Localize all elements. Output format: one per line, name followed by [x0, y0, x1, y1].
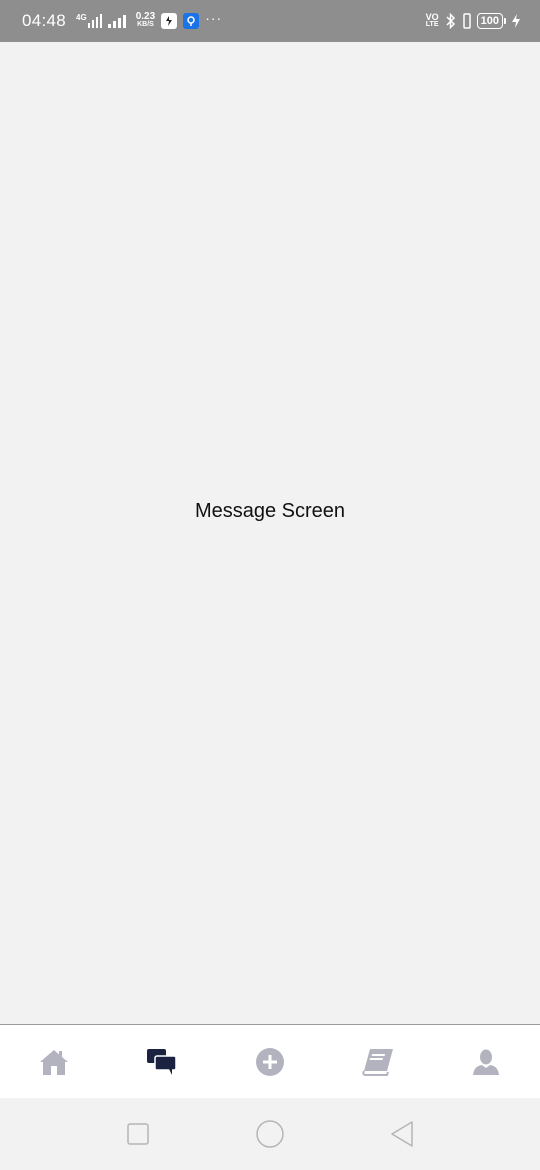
more-notifications-icon: ··· — [205, 10, 223, 26]
status-bar: 04:48 4G 0.23 KB/S ··· VO LTE 100 — [0, 0, 540, 42]
tab-add[interactable] — [240, 1032, 300, 1092]
status-left-icons: 4G 0.23 KB/S ··· — [76, 10, 223, 29]
charging-icon — [512, 14, 520, 28]
circle-icon — [256, 1120, 284, 1148]
status-right-icons: VO LTE 100 — [426, 12, 520, 30]
square-icon — [127, 1123, 149, 1145]
signal-bars-icon — [87, 14, 102, 28]
tab-home[interactable] — [24, 1032, 84, 1092]
status-time: 04:48 — [22, 11, 67, 30]
volte-bottom: LTE — [425, 21, 439, 28]
tab-messages[interactable] — [132, 1032, 192, 1092]
signal-strength-icon — [107, 15, 126, 28]
plus-circle-icon — [256, 1047, 284, 1076]
chat-icon — [147, 1048, 177, 1075]
app-notification-icon — [161, 13, 178, 29]
battery-level: 100 — [476, 13, 503, 29]
home-icon — [40, 1049, 68, 1075]
network-speed: 0.23 KB/S — [135, 11, 156, 29]
recent-apps-button[interactable] — [118, 1114, 158, 1154]
vibrate-icon — [462, 13, 471, 29]
tab-library[interactable] — [348, 1032, 408, 1092]
signal-4g-icon: 4G — [76, 14, 102, 28]
app-screen: 04:48 4G 0.23 KB/S ··· VO LTE 100 Messag… — [0, 0, 540, 1170]
battery-icon: 100 — [476, 13, 506, 29]
system-nav-bar — [0, 1098, 540, 1170]
message-screen-label: Message Screen — [194, 500, 346, 522]
book-icon — [362, 1048, 393, 1076]
netspeed-unit: KB/S — [137, 21, 154, 28]
net-4g-label: 4G — [76, 13, 87, 22]
netspeed-value: 0.23 — [135, 11, 156, 22]
location-app-icon — [183, 13, 200, 29]
home-nav-button[interactable] — [250, 1114, 290, 1154]
user-icon — [473, 1049, 499, 1075]
volte-top: VO — [425, 12, 439, 22]
volte-icon: VO LTE — [426, 13, 439, 29]
bluetooth-icon — [446, 12, 455, 30]
tab-profile[interactable] — [456, 1032, 516, 1092]
back-button[interactable] — [382, 1114, 422, 1154]
bottom-tab-bar — [0, 1024, 540, 1098]
back-triangle-icon — [391, 1121, 413, 1147]
main-content: Message Screen — [0, 42, 540, 1024]
